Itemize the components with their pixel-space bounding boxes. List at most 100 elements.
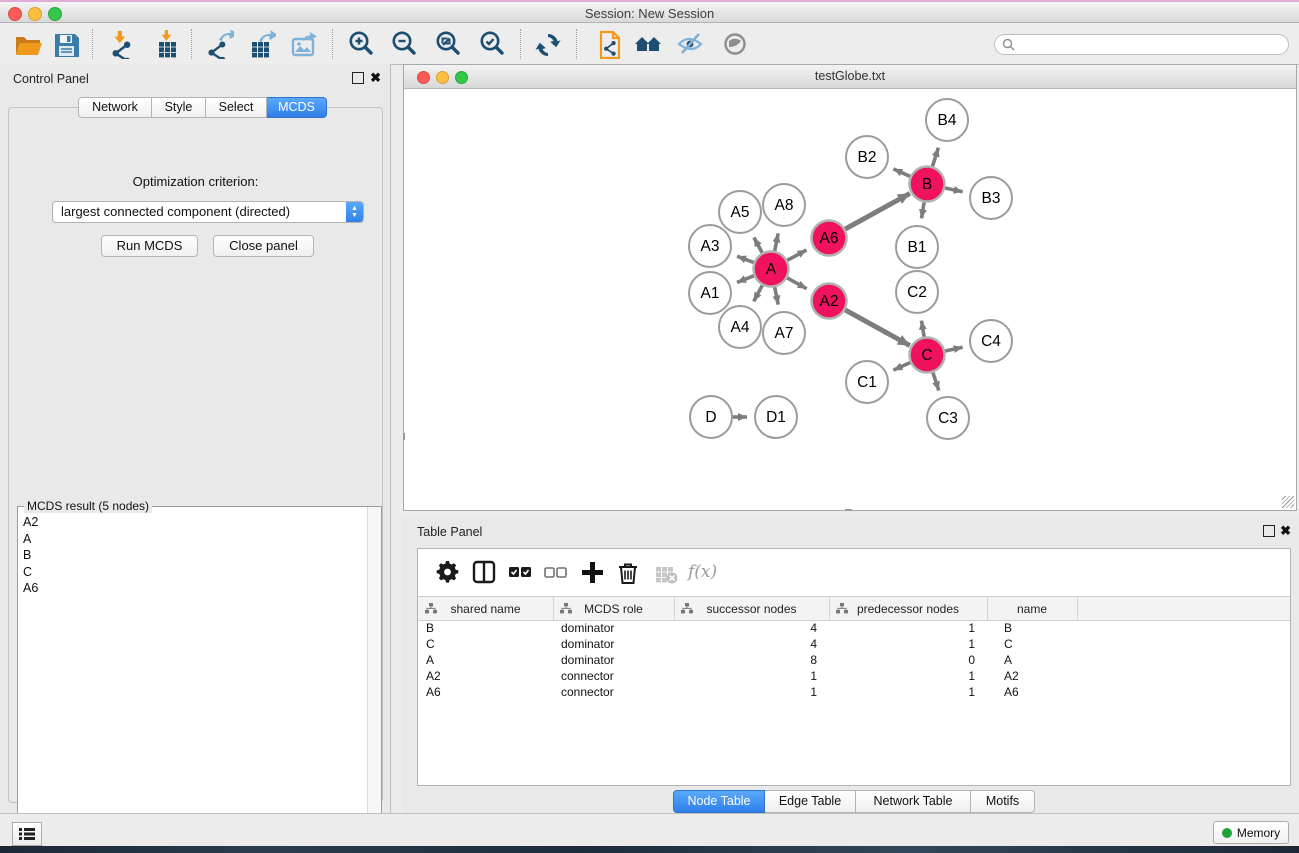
graph-node-A7[interactable]: A7 [763, 312, 805, 354]
export-image-button[interactable] [287, 28, 321, 60]
result-item[interactable]: A [23, 531, 367, 548]
delete-table-button[interactable] [646, 557, 682, 587]
result-item[interactable]: A6 [23, 580, 367, 597]
import-table-button[interactable] [149, 28, 183, 60]
cell-predecessor-nodes[interactable]: 1 [829, 620, 987, 636]
cell-predecessor-nodes[interactable]: 1 [829, 684, 987, 700]
graph-node-C2[interactable]: C2 [896, 271, 938, 313]
graph-node-A6[interactable]: A6 [812, 221, 847, 256]
show-eye-button[interactable] [718, 28, 752, 60]
zoom-fit-button[interactable] [431, 28, 465, 60]
graph-node-A8[interactable]: A8 [763, 184, 805, 226]
cell-successor-nodes[interactable]: 4 [674, 620, 829, 636]
export-network-button[interactable] [202, 28, 236, 60]
tab-edge-table[interactable]: Edge Table [765, 790, 856, 813]
graph-node-D1[interactable]: D1 [755, 396, 797, 438]
toggle-columns-button[interactable] [466, 557, 502, 587]
uncheck-all-button[interactable] [538, 557, 574, 587]
memory-button[interactable]: Memory [1213, 821, 1289, 844]
graph-node-B1[interactable]: B1 [896, 226, 938, 268]
edge-C-C4[interactable] [945, 347, 963, 351]
edge-A-A4[interactable] [754, 285, 763, 301]
edge-A-A3[interactable] [737, 256, 754, 262]
cell-shared-name[interactable]: C [418, 636, 553, 652]
tab-network[interactable]: Network [78, 97, 152, 118]
graph-node-B3[interactable]: B3 [970, 177, 1012, 219]
cell-name[interactable]: B [987, 620, 1077, 636]
close-panel-button[interactable]: Close panel [213, 235, 314, 257]
graph-node-A5[interactable]: A5 [719, 191, 761, 233]
close-panel-icon[interactable]: ✖ [370, 70, 381, 86]
save-session-button[interactable] [49, 28, 83, 60]
search-input[interactable] [1019, 37, 1288, 53]
network-graph-canvas[interactable]: B4 B2 B B3 A8 A5 A6 A3 B1 A A1 C2 A2 A4 … [404, 88, 1296, 510]
hide-selected-button[interactable] [673, 28, 707, 60]
check-all-button[interactable] [502, 557, 538, 587]
tab-node-table[interactable]: Node Table [673, 790, 765, 813]
mcds-result-list[interactable]: A2ABCA6 [19, 514, 367, 842]
close-panel-icon[interactable]: ✖ [1280, 523, 1291, 539]
cell-successor-nodes[interactable]: 1 [674, 668, 829, 684]
edge-B-B1[interactable] [922, 202, 925, 218]
float-panel-icon[interactable] [1263, 525, 1275, 537]
edge-C-C2[interactable] [922, 321, 925, 337]
graph-node-A3[interactable]: A3 [689, 225, 731, 267]
cell-shared-name[interactable]: A6 [418, 684, 553, 700]
tab-style[interactable]: Style [152, 97, 206, 118]
cell-name[interactable]: C [987, 636, 1077, 652]
cell-predecessor-nodes[interactable]: 0 [829, 652, 987, 668]
delete-column-button[interactable] [610, 557, 646, 587]
cell-predecessor-nodes[interactable]: 1 [829, 668, 987, 684]
edge-B-B3[interactable] [945, 188, 963, 192]
graph-node-B2[interactable]: B2 [846, 136, 888, 178]
graph-node-D[interactable]: D [690, 396, 732, 438]
refresh-view-button[interactable] [531, 28, 565, 60]
zoom-selected-button[interactable] [475, 28, 509, 60]
edge-A6-B[interactable] [845, 193, 910, 229]
home-layout-button[interactable] [631, 28, 665, 60]
table-settings-gear-button[interactable] [430, 557, 466, 587]
graph-node-C3[interactable]: C3 [927, 397, 969, 439]
column-header-name[interactable]: name [987, 597, 1078, 620]
zoom-in-button[interactable] [344, 28, 378, 60]
function-builder-button[interactable]: f(x) [688, 562, 717, 582]
graph-node-B4[interactable]: B4 [926, 99, 968, 141]
edge-A-A8[interactable] [775, 233, 779, 251]
edge-B-B2[interactable] [893, 169, 910, 177]
graph-node-A4[interactable]: A4 [719, 306, 761, 348]
tab-select[interactable]: Select [206, 97, 267, 118]
column-header-successor-nodes[interactable]: successor nodes [674, 597, 830, 620]
graph-node-A1[interactable]: A1 [689, 272, 731, 314]
import-network-button[interactable] [104, 28, 138, 60]
cell-MCDS-role[interactable]: connector [553, 684, 674, 700]
cell-successor-nodes[interactable]: 8 [674, 652, 829, 668]
cell-shared-name[interactable]: A [418, 652, 553, 668]
edge-C-C1[interactable] [893, 363, 910, 371]
edge-A2-C[interactable] [845, 310, 910, 346]
graph-node-C1[interactable]: C1 [846, 361, 888, 403]
cell-shared-name[interactable]: B [418, 620, 553, 636]
cell-predecessor-nodes[interactable]: 1 [829, 636, 987, 652]
cell-successor-nodes[interactable]: 4 [674, 636, 829, 652]
criterion-dropdown[interactable]: largest connected component (directed) ▲… [52, 201, 364, 223]
edge-A-A2[interactable] [787, 278, 807, 289]
cell-name[interactable]: A [987, 652, 1077, 668]
zoom-out-button[interactable] [387, 28, 421, 60]
cell-MCDS-role[interactable]: dominator [553, 620, 674, 636]
cell-name[interactable]: A6 [987, 684, 1077, 700]
cell-successor-nodes[interactable]: 1 [674, 684, 829, 700]
resize-grip-icon[interactable] [1282, 496, 1294, 508]
graph-node-C[interactable]: C [910, 338, 945, 373]
column-header-predecessor-nodes[interactable]: predecessor nodes [829, 597, 988, 620]
edge-A-A6[interactable] [787, 250, 806, 260]
edge-A-A1[interactable] [737, 276, 754, 283]
cell-MCDS-role[interactable]: dominator [553, 636, 674, 652]
open-file-button[interactable] [11, 28, 45, 60]
result-item[interactable]: B [23, 547, 367, 564]
tab-network-table[interactable]: Network Table [856, 790, 971, 813]
graph-node-A2[interactable]: A2 [812, 284, 847, 319]
cell-MCDS-role[interactable]: dominator [553, 652, 674, 668]
float-panel-icon[interactable] [352, 72, 364, 84]
graph-node-A[interactable]: A [754, 252, 789, 287]
edge-C-C3[interactable] [933, 373, 939, 391]
